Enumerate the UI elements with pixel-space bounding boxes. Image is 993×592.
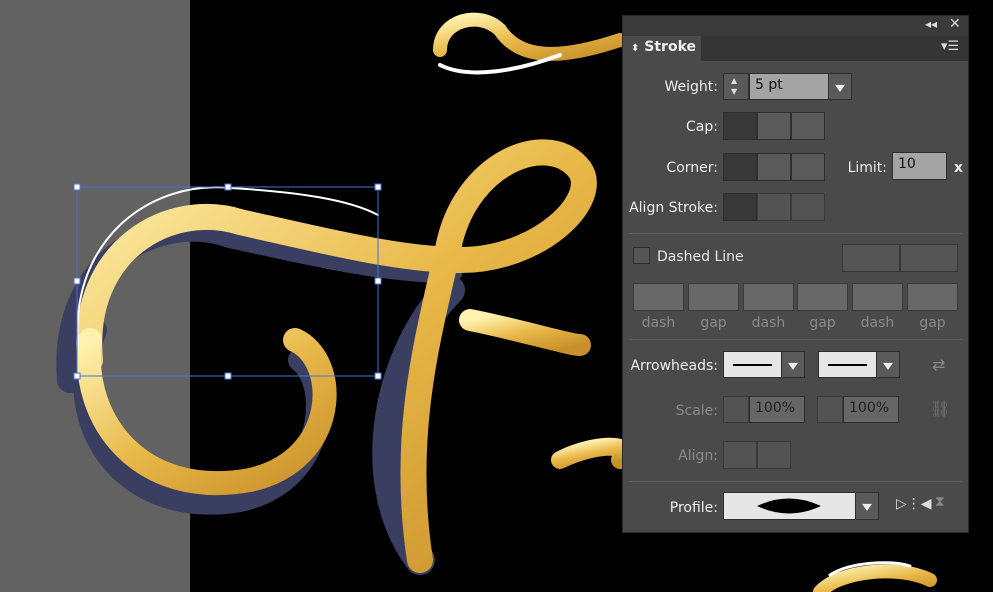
gap-label: gap <box>809 315 836 331</box>
cap-label: Cap: <box>686 119 718 135</box>
dash-label: dash <box>641 315 676 331</box>
align-label: Align: <box>678 448 718 464</box>
limit-unit: x <box>954 160 964 176</box>
end-arrowhead-select[interactable] <box>818 351 877 378</box>
gap-3-input[interactable] <box>907 283 958 311</box>
start-scale-stepper[interactable] <box>723 396 749 423</box>
gap-1-input[interactable] <box>688 283 739 311</box>
gap-label: gap <box>919 315 946 331</box>
arrow-place-button[interactable] <box>757 441 791 469</box>
weight-stepper[interactable]: ▲ ▼ <box>723 73 749 100</box>
profile-dropdown[interactable] <box>855 492 879 520</box>
stroke-panel: ◂◂ ✕ ⬍ Stroke ▾☰ Weight: ▲ ▼ 5 pt Cap: Co… <box>622 15 969 533</box>
align-inside-button[interactable] <box>757 193 791 221</box>
align-dash-corners-button[interactable] <box>900 244 958 272</box>
arrowheads-label: Arrowheads: <box>630 358 718 374</box>
weight-input[interactable]: 5 pt <box>749 73 829 100</box>
flip-across-icon[interactable]: ⧗ <box>935 494 945 510</box>
limit-label: Limit: <box>847 160 887 176</box>
corner-label: Corner: <box>666 160 718 176</box>
round-join-button[interactable] <box>757 153 791 181</box>
projecting-cap-button[interactable] <box>791 112 825 140</box>
end-scale-stepper[interactable] <box>817 396 843 423</box>
profile-shape-icon <box>757 498 821 514</box>
flip-along-icon[interactable]: ▷⋮◀ <box>896 496 932 512</box>
tab-label: Stroke <box>644 39 696 55</box>
bevel-join-button[interactable] <box>791 153 825 181</box>
scale-label: Scale: <box>675 403 718 419</box>
miter-join-button[interactable] <box>723 153 757 181</box>
butt-cap-button[interactable] <box>723 112 757 140</box>
profile-label: Profile: <box>669 500 718 516</box>
width-profile-select[interactable] <box>723 492 856 520</box>
weight-label: Weight: <box>664 79 719 95</box>
swap-arrowheads-icon[interactable]: ⇄ <box>932 355 945 374</box>
tab-stroke[interactable]: ⬍ Stroke <box>623 36 701 61</box>
panel-title-bar[interactable]: ◂◂ ✕ <box>623 16 968 36</box>
dash-2-input[interactable] <box>743 283 794 311</box>
dashed-line-checkbox[interactable] <box>633 247 650 264</box>
dash-label: dash <box>751 315 786 331</box>
close-icon[interactable]: ✕ <box>949 16 961 32</box>
dash-1-input[interactable] <box>633 283 684 311</box>
collapse-icon[interactable]: ◂◂ <box>925 17 937 31</box>
link-scale-icon[interactable]: ⛓ <box>930 399 950 418</box>
start-arrowhead-select[interactable] <box>723 351 782 378</box>
dash-3-input[interactable] <box>852 283 903 311</box>
panel-menu-icon[interactable]: ▾☰ <box>941 39 959 54</box>
start-arrowhead-dropdown[interactable] <box>781 351 805 378</box>
gap-label: gap <box>700 315 727 331</box>
start-scale-input[interactable]: 100% <box>749 396 805 423</box>
arrow-extend-button[interactable] <box>723 441 757 469</box>
preserve-dash-button[interactable] <box>842 244 900 272</box>
dashed-line-label: Dashed Line <box>657 249 744 265</box>
align-outside-button[interactable] <box>791 193 825 221</box>
align-center-button[interactable] <box>723 193 757 221</box>
limit-input[interactable]: 10 <box>892 152 947 180</box>
end-scale-input[interactable]: 100% <box>843 396 899 423</box>
weight-dropdown[interactable] <box>828 73 852 100</box>
round-cap-button[interactable] <box>757 112 791 140</box>
gap-2-input[interactable] <box>797 283 848 311</box>
sort-arrows-icon: ⬍ <box>631 43 640 54</box>
end-arrowhead-dropdown[interactable] <box>876 351 900 378</box>
dash-label: dash <box>860 315 895 331</box>
align-stroke-label: Align Stroke: <box>629 200 718 216</box>
